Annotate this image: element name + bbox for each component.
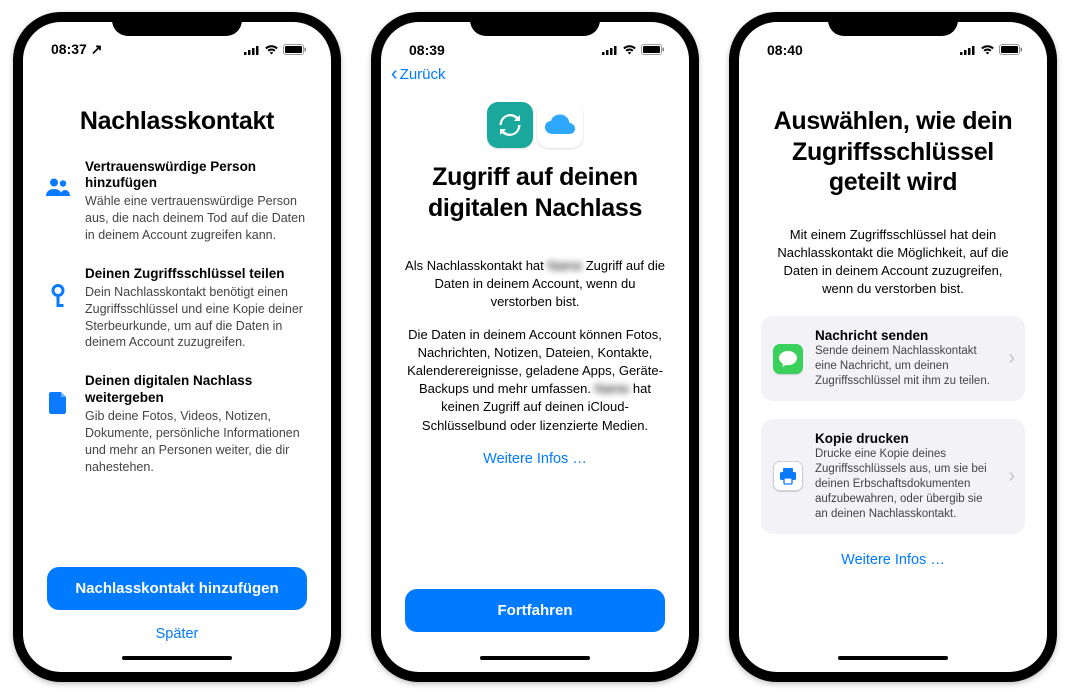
feature-share-key: Deinen Zugriffsschlüssel teilen Dein Nac… (45, 266, 309, 351)
location-arrow-icon: ↗ (91, 41, 103, 57)
feature-desc: Dein Nachlasskontakt benötigt einen Zugr… (85, 284, 309, 352)
feature-title: Deinen digitalen Nachlass weitergeben (85, 373, 309, 407)
battery-icon (999, 42, 1023, 58)
sync-icon (487, 102, 533, 148)
option-title: Nachricht senden (815, 328, 996, 343)
nav-bar (23, 60, 331, 88)
notch (470, 12, 600, 36)
notch (828, 12, 958, 36)
add-legacy-contact-button[interactable]: Nachlasskontakt hinzufügen (47, 567, 307, 610)
more-info-link[interactable]: Weitere Infos … (761, 552, 1025, 578)
wifi-icon (980, 42, 995, 58)
phone-2: 08:39 ‹ Zurück Zugriff auf deinen digita… (371, 12, 699, 682)
intro-text: Mit einem Zugriffsschlüssel hat dein Nac… (767, 226, 1019, 299)
status-time: 08:39 (409, 42, 445, 58)
screen-digital-legacy-access: 08:39 ‹ Zurück Zugriff auf deinen digita… (381, 22, 689, 672)
document-icon (45, 373, 71, 475)
chevron-left-icon[interactable]: ‹ (391, 64, 398, 84)
feature-desc: Gib deine Fotos, Videos, Notizen, Dokume… (85, 408, 309, 476)
option-print-copy[interactable]: Kopie drucken Drucke eine Kopie deines Z… (761, 419, 1025, 534)
option-send-message[interactable]: Nachricht senden Sende deinem Nachlassko… (761, 316, 1025, 401)
home-indicator[interactable] (838, 656, 948, 660)
chevron-right-icon: › (1008, 347, 1015, 370)
page-title: Zugriff auf deinen digitalen Nachlass (403, 162, 667, 223)
cellular-icon (960, 42, 976, 58)
option-desc: Drucke eine Kopie deines Zugriffsschlüss… (815, 447, 996, 522)
redacted-name: Name (547, 257, 582, 275)
battery-icon (641, 42, 665, 58)
home-indicator[interactable] (122, 656, 232, 660)
notch (112, 12, 242, 36)
printer-icon (773, 461, 803, 491)
wifi-icon (622, 42, 637, 58)
access-paragraph-2: Die Daten in deinem Account können Fotos… (403, 326, 667, 435)
access-paragraph-1: Als Nachlasskontakt hat Name Zugriff auf… (403, 257, 667, 312)
messages-icon (773, 344, 803, 374)
feature-add-person: Vertrauenswürdige Person hinzufügen Wähl… (45, 159, 309, 244)
option-desc: Sende deinem Nachlasskontakt eine Nachri… (815, 344, 996, 389)
later-button[interactable]: Später (45, 616, 309, 652)
continue-button[interactable]: Fortfahren (405, 589, 665, 632)
nav-bar (739, 60, 1047, 88)
wifi-icon (264, 42, 279, 58)
feature-desc: Wähle eine vertrauenswürdige Person aus,… (85, 193, 309, 244)
key-icon (45, 266, 71, 351)
status-time: 08:37 (51, 41, 87, 57)
cellular-icon (244, 42, 260, 58)
home-indicator[interactable] (480, 656, 590, 660)
option-title: Kopie drucken (815, 431, 996, 446)
people-icon (45, 159, 71, 244)
redacted-name: Name (595, 380, 630, 398)
back-button[interactable]: Zurück (400, 66, 446, 83)
phone-1: 08:37 ↗ Nachlasskontakt Vertrauenswürdig… (13, 12, 341, 682)
screen-share-key: 08:40 Auswählen, wie dein Zugriffsschlüs… (739, 22, 1047, 672)
phone-3: 08:40 Auswählen, wie dein Zugriffsschlüs… (729, 12, 1057, 682)
status-time: 08:40 (767, 42, 803, 58)
page-title: Nachlasskontakt (45, 106, 309, 137)
feature-title: Vertrauenswürdige Person hinzufügen (85, 159, 309, 193)
cellular-icon (602, 42, 618, 58)
screen-legacy-contact-intro: 08:37 ↗ Nachlasskontakt Vertrauenswürdig… (23, 22, 331, 672)
battery-icon (283, 42, 307, 58)
chevron-right-icon: › (1008, 465, 1015, 488)
feature-pass-on: Deinen digitalen Nachlass weitergeben Gi… (45, 373, 309, 475)
icloud-icon (537, 102, 583, 148)
more-info-link[interactable]: Weitere Infos … (403, 441, 667, 477)
page-title: Auswählen, wie dein Zugriffsschlüssel ge… (761, 106, 1025, 198)
feature-title: Deinen Zugriffsschlüssel teilen (85, 266, 309, 283)
nav-bar: ‹ Zurück (381, 60, 689, 88)
